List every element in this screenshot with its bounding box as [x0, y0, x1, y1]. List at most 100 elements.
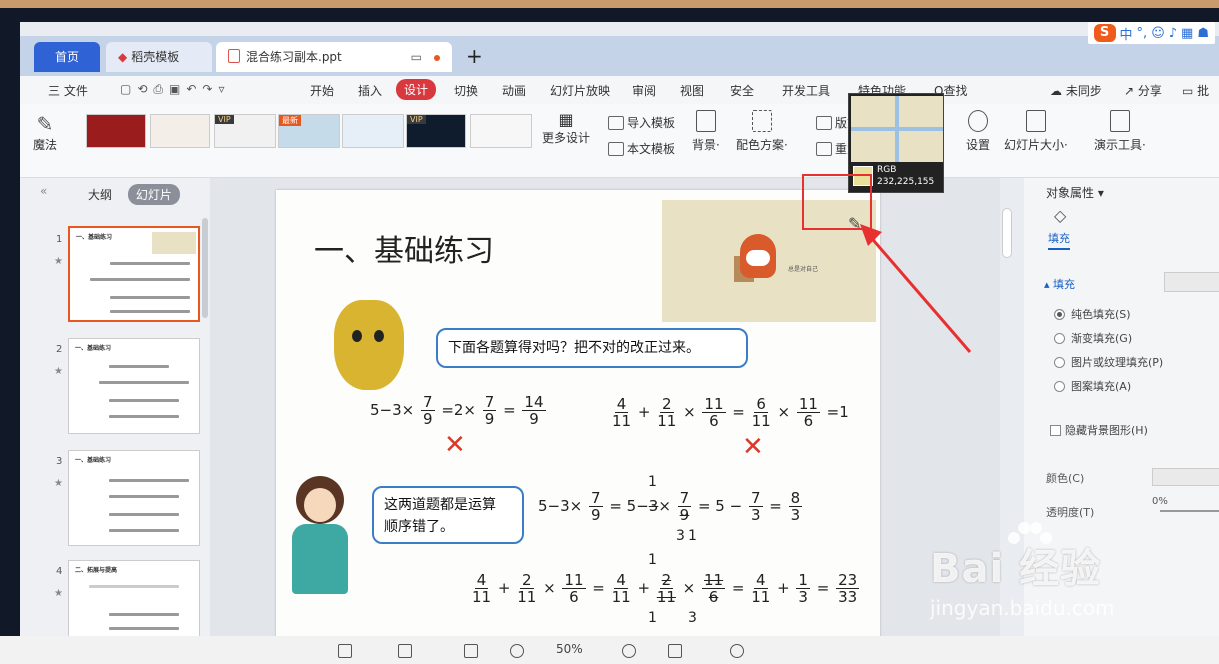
menu-slideshow[interactable]: 幻灯片放映 — [550, 82, 610, 99]
menu-devtools[interactable]: 开发工具 — [782, 82, 830, 99]
hide-background-checkbox[interactable]: 隐藏背景图形(H) — [1050, 422, 1148, 438]
menu-security[interactable]: 安全 — [730, 82, 754, 99]
background-label: 背景 — [692, 138, 717, 152]
menu-start[interactable]: 开始 — [310, 82, 334, 99]
design-thumb-2[interactable] — [150, 114, 210, 148]
new-tab-button[interactable]: + — [466, 44, 483, 68]
ppt-file-icon — [228, 49, 240, 63]
file-menu[interactable]: 三 文件 — [48, 82, 88, 99]
sync-status[interactable]: ☁ 未同步 — [1050, 82, 1102, 99]
more-designs-label: 更多设计 — [542, 131, 591, 145]
fill-bucket-icon: ◇ — [1054, 206, 1067, 225]
design-thumb-6[interactable]: VIP — [406, 114, 466, 148]
quick-access-icons[interactable]: ▢⟲⎙▣↶↷▿ — [120, 82, 230, 97]
document-tab-bar: 首页 ◆ 稻壳模板 混合练习副本.ppt ▭ + — [20, 36, 1219, 76]
menu-transition[interactable]: 切换 — [454, 82, 478, 99]
fill-tab[interactable]: 填充 — [1048, 230, 1070, 250]
settings-label: 设置 — [966, 138, 991, 152]
radio-checked-icon — [1054, 309, 1065, 320]
magic-button[interactable]: ✎ 魔法 — [28, 112, 62, 153]
this-template-button[interactable]: 本文模板 — [608, 140, 675, 157]
speech-bubble-answer[interactable]: 这两道题都是运算 顺序错了。 — [372, 486, 524, 544]
menu-animation[interactable]: 动画 — [502, 82, 526, 99]
ime-keyboard-icon[interactable]: ▦ — [1181, 26, 1193, 41]
slides-tab[interactable]: 幻灯片 — [127, 184, 180, 205]
girl-face — [304, 488, 336, 522]
slide-thumbnail-3[interactable]: 一、基础练习 — [68, 450, 200, 546]
ime-punct-icon[interactable]: °, — [1137, 26, 1148, 41]
solid-fill-radio[interactable]: 纯色填充(S) — [1054, 306, 1131, 322]
background-settings-button[interactable]: 设置 — [966, 110, 990, 153]
pattern-fill-radio[interactable]: 图案填充(A) — [1054, 378, 1131, 394]
slide-title[interactable]: 一、基础练习 — [314, 226, 494, 270]
picture-fox — [740, 234, 776, 278]
background-button[interactable]: 背景· — [692, 110, 720, 153]
more-designs-button[interactable]: ▦ 更多设计 — [542, 110, 590, 146]
menu-view[interactable]: 视图 — [680, 82, 704, 99]
rgb-value: 232,225,155 — [877, 177, 935, 187]
canvas-scrollbar[interactable] — [1002, 208, 1012, 258]
reading-view-icon[interactable] — [464, 644, 478, 658]
share-button[interactable]: ↗ 分享 — [1124, 82, 1162, 99]
tab-templates[interactable]: ◆ 稻壳模板 — [106, 42, 212, 72]
collapse-panel-icon[interactable]: « — [40, 184, 47, 198]
slide-thumb-title: 一、基础练习 — [75, 345, 112, 352]
menu-design[interactable]: 设计 — [396, 79, 437, 100]
gradient-fill-radio[interactable]: 渐变填充(G) — [1054, 330, 1132, 346]
slide-thumbnail-4[interactable]: 二、拓展与提高 — [68, 560, 200, 642]
pattern-fill-label: 图案填充(A) — [1071, 380, 1132, 393]
import-icon — [608, 116, 624, 130]
slide-size-button[interactable]: 幻灯片大小· — [1004, 110, 1068, 153]
equation-2: 4 11 + 2 11 × 11 6 = 6 11 × 11 6 =1 — [612, 395, 849, 430]
girl-character — [288, 476, 352, 594]
radio-icon — [1054, 333, 1065, 344]
slideshow-play-icon[interactable] — [730, 644, 744, 658]
slide-thumbnail-1[interactable]: 一、基础练习 — [68, 226, 200, 322]
screen-icon[interactable]: ▭ — [411, 42, 422, 72]
ime-user-icon[interactable]: ☗ — [1197, 26, 1209, 41]
color-scheme-label: 配色方案 — [736, 138, 785, 152]
transparency-value: 0% — [1152, 496, 1168, 507]
ime-lang[interactable]: 中 — [1120, 24, 1133, 43]
normal-view-icon[interactable] — [338, 644, 352, 658]
import-template-button[interactable]: 导入模板 — [608, 114, 675, 131]
animation-star-icon: ★ — [54, 366, 63, 377]
tab-home[interactable]: 首页 — [34, 42, 100, 72]
sorter-view-icon[interactable] — [398, 644, 412, 658]
color-scheme-button[interactable]: 配色方案· — [736, 110, 788, 153]
fill-section-header[interactable]: ▴ 填充 — [1044, 276, 1075, 292]
new-badge: 最新 — [279, 115, 301, 126]
design-thumb-5[interactable] — [342, 114, 404, 148]
design-thumb-4[interactable]: 最新 — [278, 114, 340, 148]
ime-mic-icon[interactable]: ♪ — [1169, 26, 1177, 41]
zoom-in-icon[interactable] — [622, 644, 636, 658]
design-thumb-3[interactable]: VIP — [214, 114, 276, 148]
slide-thumbnail-2[interactable]: 一、基础练习 — [68, 338, 200, 434]
outline-tab[interactable]: 大纲 — [80, 184, 120, 205]
zoom-level[interactable]: 50% — [556, 642, 583, 656]
comment-button[interactable]: ▭ 批 — [1182, 82, 1209, 99]
properties-title-label: 对象属性 — [1046, 186, 1095, 200]
tab-document-label: 混合练习副本.ppt — [246, 50, 342, 64]
picture-fill-radio[interactable]: 图片或纹理填充(P) — [1054, 354, 1163, 370]
properties-title[interactable]: 对象属性 ▾ — [1046, 184, 1104, 201]
menu-review[interactable]: 审阅 — [632, 82, 656, 99]
fit-window-icon[interactable] — [668, 644, 682, 658]
panel-scrollbar[interactable] — [202, 218, 208, 318]
ime-emoji-icon[interactable]: ☺ — [1151, 26, 1165, 41]
fill-preview-box[interactable] — [1164, 272, 1219, 292]
radio-icon — [1054, 381, 1065, 392]
color-dropdown[interactable] — [1152, 468, 1219, 486]
sync-label: 未同步 — [1065, 84, 1102, 98]
tab-document[interactable]: 混合练习副本.ppt ▭ — [216, 42, 452, 72]
menu-bar: 三 文件 ▢⟲⎙▣↶↷▿ 开始 插入 设计 切换 动画 幻灯片放映 审阅 视图 … — [20, 76, 1219, 104]
design-thumb-7[interactable] — [470, 114, 532, 148]
template-icon — [608, 142, 624, 156]
zoom-out-icon[interactable] — [510, 644, 524, 658]
design-thumb-1[interactable] — [86, 114, 146, 148]
menu-insert[interactable]: 插入 — [358, 82, 382, 99]
transparency-slider[interactable] — [1160, 510, 1219, 512]
speech-bubble-question[interactable]: 下面各题算得对吗？把不对的改正过来。 — [436, 328, 748, 368]
current-slide[interactable]: 一、基础练习 总是对自己 ✎ 下面各题算得对吗？把不对的改正过来。 5−3× 7… — [276, 190, 880, 642]
presenter-tools-button[interactable]: 演示工具· — [1094, 110, 1146, 153]
